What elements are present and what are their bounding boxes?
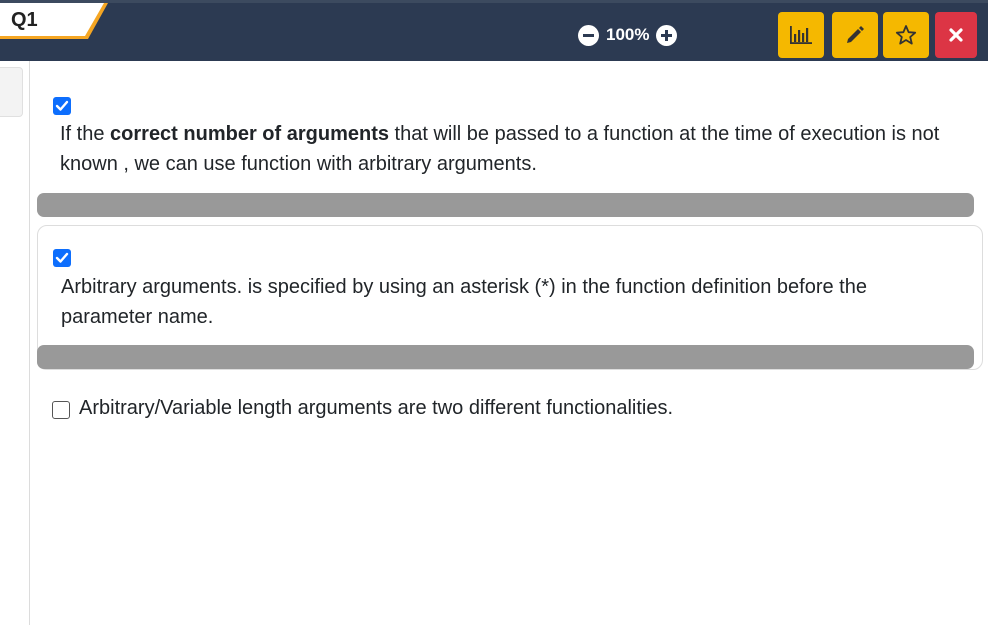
option-1: If the correct number of arguments that … [37,93,983,219]
option-1-text-bold: correct number of arguments [110,123,389,145]
close-icon [949,28,963,42]
zoom-in-icon[interactable] [656,24,678,46]
option-3-text: Arbitrary/Variable length arguments are … [79,397,674,419]
close-button[interactable] [935,12,977,58]
question-list-toggle[interactable] [0,67,23,117]
star-icon [895,25,917,45]
option-1-text: If the correct number of arguments that … [60,119,960,179]
edit-button[interactable] [832,12,878,58]
option-1-checkbox[interactable] [53,97,71,115]
option-1-feedback-bar [37,193,974,217]
checkmark-icon [55,100,69,111]
bar-chart-icon [790,26,812,44]
top-toolbar: Q1 100% [0,0,988,61]
pencil-icon [847,26,864,43]
option-2: Arbitrary arguments. is specified by usi… [37,225,983,370]
option-2-text: Arbitrary arguments. is specified by usi… [61,276,867,328]
option-2-feedback-bar [37,345,974,369]
option-2-checkbox[interactable] [53,249,71,267]
question-number: Q1 [11,9,38,31]
question-tab[interactable]: Q1 [0,3,112,41]
bookmark-button[interactable] [883,12,929,58]
checkmark-icon [55,252,69,263]
zoom-level: 100% [606,25,650,44]
stats-button[interactable] [778,12,824,58]
option-1-text-start: If the [60,123,111,145]
question-list-pane [0,61,30,625]
zoom-control: 100% [578,22,678,48]
zoom-out-icon[interactable] [578,24,599,46]
option-3-checkbox[interactable] [52,401,70,419]
